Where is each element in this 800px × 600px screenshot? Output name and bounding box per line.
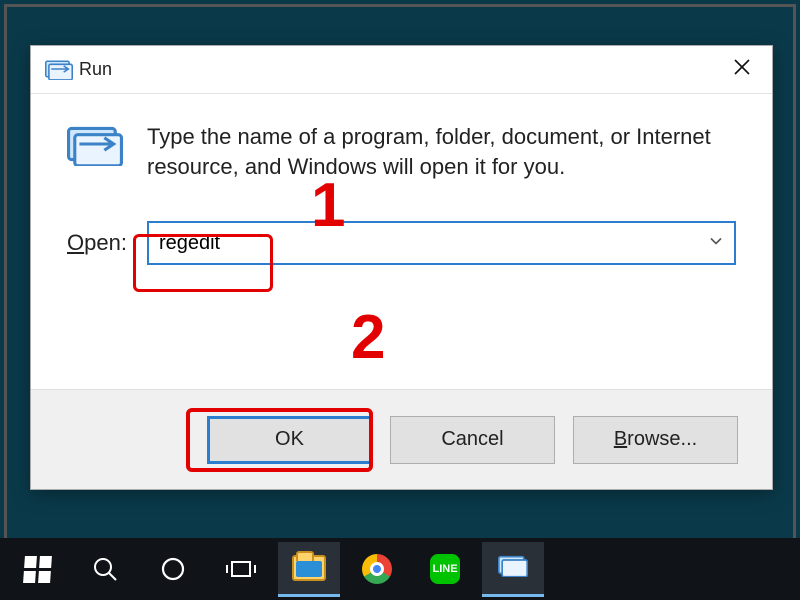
chrome-icon	[362, 554, 392, 584]
taskbar: LINE	[0, 538, 800, 600]
cortana-button[interactable]	[142, 542, 204, 597]
open-label: Open:	[67, 230, 127, 256]
taskbar-search-button[interactable]	[74, 542, 136, 597]
dialog-title: Run	[79, 59, 720, 80]
dialog-body: Type the name of a program, folder, docu…	[31, 94, 772, 389]
annotation-step-2: 2	[351, 302, 385, 373]
start-button[interactable]	[6, 542, 68, 597]
task-view-icon	[224, 555, 258, 583]
open-input[interactable]: regedit	[147, 221, 736, 265]
task-view-button[interactable]	[210, 542, 272, 597]
chrome-taskbar[interactable]	[346, 542, 408, 597]
windows-logo-icon	[23, 556, 52, 583]
browse-button[interactable]: Browse...	[573, 416, 738, 464]
close-icon	[732, 56, 752, 84]
open-input-value: regedit	[159, 232, 220, 255]
titlebar: Run	[31, 46, 772, 94]
file-explorer-icon	[292, 555, 326, 581]
info-row: Type the name of a program, folder, docu…	[67, 122, 736, 181]
close-button[interactable]	[720, 48, 764, 92]
button-bar: OK Cancel Browse...	[31, 389, 772, 489]
hint-text: Type the name of a program, folder, docu…	[147, 122, 736, 181]
run-dialog: Run Type the name of a program, folder, …	[30, 45, 773, 490]
run-icon	[45, 58, 69, 82]
open-row: Open: regedit	[67, 221, 736, 265]
ok-label: OK	[275, 428, 304, 451]
cancel-label: Cancel	[441, 428, 503, 451]
line-taskbar[interactable]: LINE	[414, 542, 476, 597]
browse-label: Browse...	[614, 428, 697, 451]
file-explorer-taskbar[interactable]	[278, 542, 340, 597]
search-icon	[91, 555, 119, 583]
cortana-icon	[159, 555, 187, 583]
run-taskbar[interactable]	[482, 542, 544, 597]
run-icon-large	[67, 122, 123, 171]
ok-button[interactable]: OK	[207, 416, 372, 464]
run-taskbar-icon	[498, 553, 528, 582]
chevron-down-icon[interactable]	[708, 232, 724, 255]
line-icon: LINE	[430, 554, 460, 584]
cancel-button[interactable]: Cancel	[390, 416, 555, 464]
